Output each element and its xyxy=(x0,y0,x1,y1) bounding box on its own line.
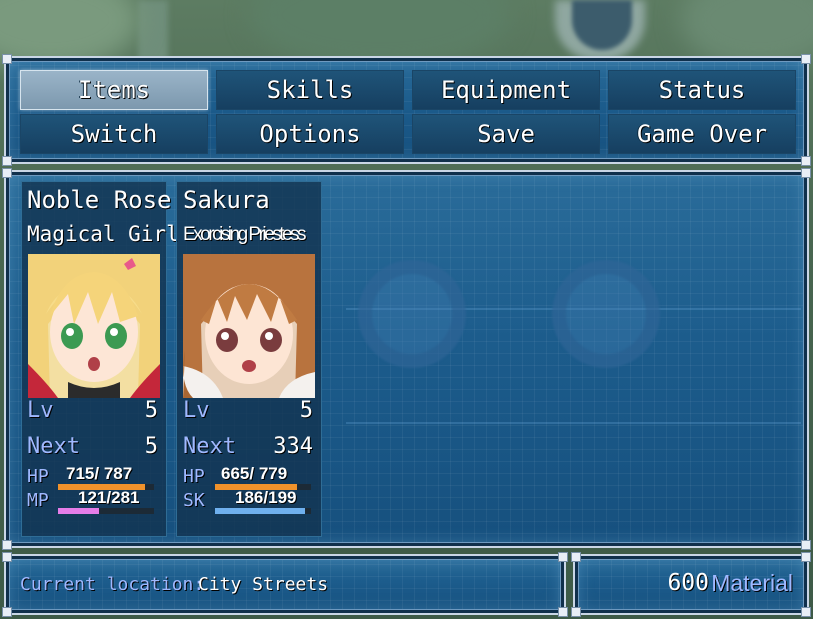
location-label: Current location: xyxy=(20,574,205,595)
equipment-command[interactable]: Equipment xyxy=(412,70,600,110)
game-over-command[interactable]: Game Over xyxy=(608,114,796,154)
level-label: Lv xyxy=(27,398,54,423)
actor-class: Magical Girl xyxy=(27,222,179,246)
mp-gauge xyxy=(58,508,154,514)
actor-card-noble-rose[interactable]: Noble Rose Magical Girl Lv 5 Next 5 HP 7… xyxy=(21,181,179,537)
currency-value: 600 xyxy=(667,570,709,596)
items-command[interactable]: Items xyxy=(20,70,208,110)
next-exp-value: 334 xyxy=(273,434,313,459)
location-window: Current location: City Streets xyxy=(2,552,568,617)
sk-current: 186 xyxy=(235,488,264,507)
save-command[interactable]: Save xyxy=(412,114,600,154)
hp-max: 779 xyxy=(258,464,288,483)
mp-label: MP xyxy=(27,490,49,511)
sakura-face-portrait xyxy=(183,254,315,398)
next-label: Next xyxy=(183,434,236,459)
level-value: 5 xyxy=(299,398,313,423)
hp-slash: / xyxy=(249,464,259,483)
hp-slash: / xyxy=(94,464,104,483)
status-command[interactable]: Status xyxy=(608,70,796,110)
level-value: 5 xyxy=(144,398,158,423)
hp-readout: 715/ 787 xyxy=(66,464,132,484)
hp-current: 665 xyxy=(221,464,250,483)
hp-label: HP xyxy=(183,466,205,487)
actor-name: Noble Rose xyxy=(27,186,172,214)
sk-label: SK xyxy=(183,490,205,511)
actor-name: Sakura xyxy=(183,186,270,214)
mp-current: 121 xyxy=(78,488,107,507)
skills-command[interactable]: Skills xyxy=(216,70,404,110)
hp-current: 715 xyxy=(66,464,95,483)
noble-rose-face-portrait xyxy=(28,254,160,398)
currency-unit: Material xyxy=(711,570,793,596)
options-command[interactable]: Options xyxy=(216,114,404,154)
hp-label: HP xyxy=(27,466,49,487)
sk-readout: 186/199 xyxy=(235,488,296,508)
hp-max: 787 xyxy=(103,464,133,483)
hp-readout: 665/ 779 xyxy=(221,464,287,484)
actor-card-sakura[interactable]: Sakura Exorcising Priestess Lv 5 Next 33… xyxy=(176,181,322,537)
sk-max: 199 xyxy=(268,488,297,507)
switch-command[interactable]: Switch xyxy=(20,114,208,154)
level-label: Lv xyxy=(183,398,210,423)
next-exp-value: 5 xyxy=(144,434,158,459)
command-window: Items Skills Equipment Status Switch Opt… xyxy=(2,54,811,166)
mp-max: 281 xyxy=(111,488,140,507)
next-label: Next xyxy=(27,434,80,459)
location-name: City Streets xyxy=(198,574,329,595)
currency-window: 600 Material xyxy=(571,552,811,617)
sk-gauge xyxy=(215,508,311,514)
mp-readout: 121/281 xyxy=(78,488,139,508)
actor-class: Exorcising Priestess xyxy=(183,224,307,245)
